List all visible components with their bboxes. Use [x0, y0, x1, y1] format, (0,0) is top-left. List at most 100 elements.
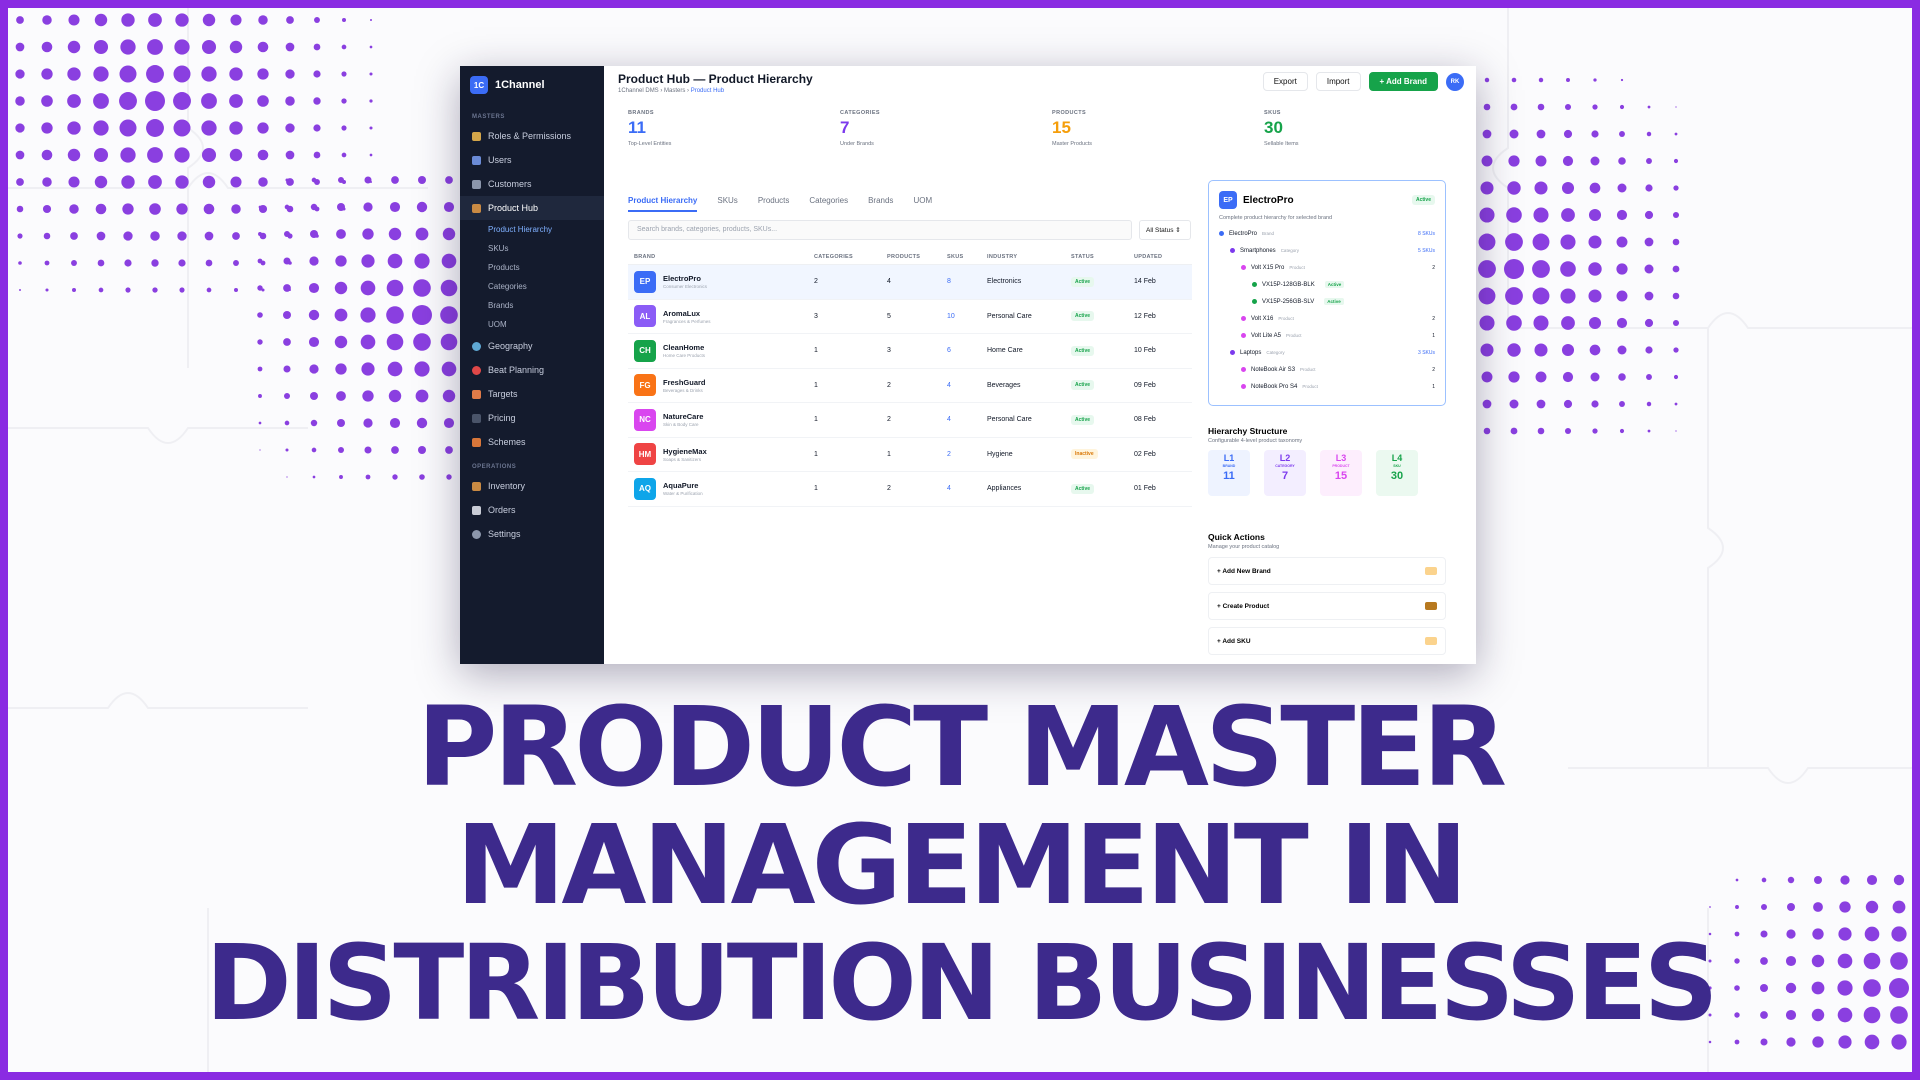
- brand-text: AquaPure Water & Purification: [663, 481, 703, 496]
- brand-cell: EP ElectroPro Consumer Electronics: [634, 270, 814, 293]
- tree-node[interactable]: Smartphones Category 5 SKUs: [1219, 242, 1435, 259]
- quick-action-label: + Add New Brand: [1217, 567, 1271, 575]
- tab-categories[interactable]: Categories: [809, 196, 848, 212]
- categories-cell: 1: [814, 381, 818, 389]
- search-input[interactable]: Search brands, categories, products, SKU…: [628, 220, 1132, 240]
- table-row[interactable]: NC NatureCare Skin & Body Care 1 2 4 Personal …: [628, 403, 1192, 438]
- quick-action-button[interactable]: + Add New Brand: [1208, 557, 1446, 585]
- quick-action-button[interactable]: + Create Product: [1208, 592, 1446, 620]
- tab-skus[interactable]: SKUs: [717, 196, 737, 212]
- tab-brands[interactable]: Brands: [868, 196, 893, 212]
- quick-action-label: + Create Product: [1217, 602, 1270, 610]
- status-filter-select[interactable]: All Status ⇕: [1139, 220, 1191, 240]
- tree-node[interactable]: NoteBook Air S3 Product 2: [1219, 361, 1435, 378]
- stat-value: 11: [628, 118, 646, 137]
- customers-icon: [472, 179, 481, 189]
- column-header[interactable]: STATUS: [1071, 254, 1134, 260]
- sidebar-item-inventory[interactable]: Inventory: [460, 474, 604, 498]
- sidebar-item-label: Geography: [488, 341, 533, 351]
- tree-node[interactable]: Laptops Category 3 SKUs: [1219, 344, 1435, 361]
- column-header[interactable]: UPDATED: [1134, 254, 1198, 260]
- sidebar-subitem-uom[interactable]: UOM: [460, 315, 604, 334]
- sidebar-subitem-product-hierarchy[interactable]: Product Hierarchy: [460, 220, 604, 239]
- sidebar-item-users[interactable]: Users: [460, 148, 604, 172]
- breadcrumb-current: Product Hub: [690, 88, 725, 94]
- column-header[interactable]: INDUSTRY: [987, 254, 1071, 260]
- table-row[interactable]: CH CleanHome Home Care Products 1 3 6 Home Car…: [628, 334, 1192, 369]
- import-button[interactable]: Import: [1315, 72, 1361, 91]
- sidebar-item-schemes[interactable]: Schemes: [460, 430, 604, 454]
- brand-avatar: HM: [634, 443, 656, 466]
- headline-line-1: PRODUCT MASTER: [416, 683, 1507, 811]
- status-badge: Active: [1071, 311, 1095, 322]
- tree-node[interactable]: NoteBook Pro S4 Product 1: [1219, 378, 1435, 395]
- brand-name: AromaLux: [663, 308, 701, 318]
- stat-label: SKUS: [1264, 110, 1281, 116]
- table-row[interactable]: HM HygieneMax Soaps & Sanitizers 1 1 2 Hygiene…: [628, 438, 1192, 472]
- level-count: 15: [1334, 470, 1348, 482]
- export-button[interactable]: Export: [1262, 72, 1308, 91]
- sidebar-subitem-skus[interactable]: SKUs: [460, 239, 604, 258]
- sidebar-item-orders[interactable]: Orders: [460, 498, 604, 522]
- table-row[interactable]: AQ AquaPure Water & Purification 1 2 4 Applian…: [628, 472, 1192, 507]
- tab-uom[interactable]: UOM: [913, 196, 932, 212]
- sidebar-item-product-hub[interactable]: Product Hub: [460, 196, 604, 220]
- hierarchy-level-brand: L1 BRAND 11: [1208, 450, 1250, 496]
- sidebar-item-geography[interactable]: Geography: [460, 334, 604, 358]
- column-header[interactable]: CATEGORIES: [814, 254, 887, 260]
- app-window: 1C 1Channel MASTERS Roles & Permissions …: [460, 66, 1476, 664]
- package-icon: [1425, 602, 1437, 610]
- right-panel: EP ElectroPro Active Complete product hi…: [1208, 180, 1446, 662]
- sidebar-item-settings[interactable]: Settings: [460, 522, 604, 546]
- sidebar-subitem-products[interactable]: Products: [460, 258, 604, 277]
- status-badge: Active: [1071, 345, 1095, 356]
- column-header[interactable]: PRODUCTS: [887, 254, 947, 260]
- tree-node-type: Product: [1286, 333, 1302, 338]
- breadcrumb-root[interactable]: 1Channel DMS: [618, 88, 659, 94]
- hierarchy-level-product: L3 PRODUCT 15: [1320, 450, 1362, 496]
- tree-node[interactable]: Volt Lite A5 Product 1: [1219, 327, 1435, 344]
- skus-cell: 6: [947, 347, 951, 355]
- avatar[interactable]: RK: [1446, 72, 1464, 91]
- sidebar-item-customers[interactable]: Customers: [460, 172, 604, 196]
- brand-cell: FG FreshGuard Beverages & Drinks: [634, 374, 814, 397]
- add-brand-button[interactable]: + Add Brand: [1368, 72, 1438, 91]
- tab-product-hierarchy[interactable]: Product Hierarchy: [628, 196, 698, 212]
- table-row[interactable]: EP ElectroPro Consumer Electronics 2 4 8 Elect…: [628, 265, 1192, 300]
- tree-node-label: Volt X15 Pro: [1251, 264, 1285, 271]
- status-cell: Active: [1071, 483, 1134, 494]
- sidebar-item-label: Customers: [488, 179, 532, 189]
- brand-cell: CH CleanHome Home Care Products: [634, 339, 814, 362]
- column-header[interactable]: SKUS: [947, 254, 987, 260]
- tree-node[interactable]: ElectroPro Brand 8 SKUs: [1219, 225, 1435, 242]
- brand-avatar: EP: [634, 270, 656, 293]
- quick-action-button[interactable]: + Add SKU: [1208, 627, 1446, 655]
- tree-node[interactable]: Volt X15 Pro Product 2: [1219, 259, 1435, 276]
- sidebar-item-pricing[interactable]: Pricing: [460, 406, 604, 430]
- sidebar-item-targets[interactable]: Targets: [460, 382, 604, 406]
- tree-dot-icon: [1230, 350, 1235, 355]
- tree-node-count: 2: [1432, 315, 1435, 322]
- tree-node[interactable]: Volt X16 Product 2: [1219, 310, 1435, 327]
- sidebar-item-roles[interactable]: Roles & Permissions: [460, 124, 604, 148]
- stat-card: PRODUCTS 15 Master Products: [1052, 110, 1264, 180]
- table-row[interactable]: AL AromaLux Fragrances & Perfumes 3 5 10 Perso…: [628, 300, 1192, 334]
- tree-node[interactable]: VX15P-128GB-BLK Active: [1219, 276, 1435, 293]
- gift-icon: [472, 437, 481, 447]
- tab-products[interactable]: Products: [758, 196, 790, 212]
- tree-dot-icon: [1252, 282, 1257, 287]
- sidebar-item-beat-planning[interactable]: Beat Planning: [460, 358, 604, 382]
- tree-node-count: 8 SKUs: [1418, 230, 1435, 237]
- sidebar-subitem-categories[interactable]: Categories: [460, 277, 604, 296]
- tree-node[interactable]: VX15P-256GB-SLV Active: [1219, 293, 1435, 310]
- column-header[interactable]: BRAND: [634, 254, 814, 260]
- app-brand[interactable]: 1C 1Channel: [460, 76, 604, 108]
- table-row[interactable]: FG FreshGuard Beverages & Drinks 1 2 4 Beverag…: [628, 369, 1192, 403]
- breadcrumb-masters[interactable]: Masters: [664, 88, 685, 94]
- brand-name: ElectroPro: [663, 274, 701, 284]
- sidebar-subitem-brands[interactable]: Brands: [460, 296, 604, 315]
- industry-cell: Beverages: [987, 381, 1021, 389]
- stat-subtitle: Master Products: [1052, 141, 1093, 147]
- breadcrumb-separator: ›: [660, 88, 663, 94]
- status-cell: Active: [1071, 311, 1134, 322]
